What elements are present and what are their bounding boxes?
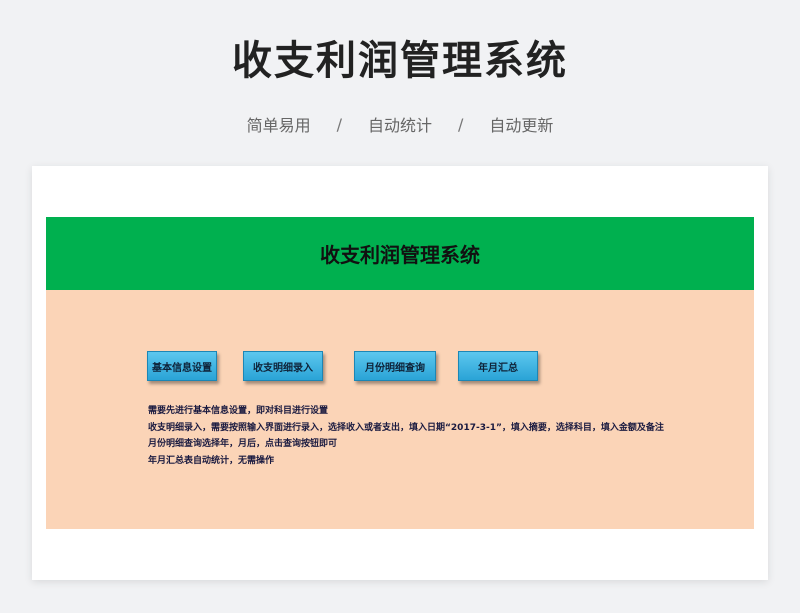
monthly-query-button[interactable]: 月份明细查询 <box>354 351 436 381</box>
preview-card: 收支利润管理系统 基本信息设置 收支明细录入 月份明细查询 年月汇总 需要先进行… <box>32 166 768 580</box>
feature-easy: 简单易用 <box>246 116 311 135</box>
sheet-header: 收支利润管理系统 <box>46 217 754 290</box>
page-title: 收支利润管理系统 <box>232 38 568 84</box>
note-line: 收支明细录入，需要按照输入界面进行录入，选择收入或者支出，填入日期“2017-3… <box>148 422 664 433</box>
note-line: 年月汇总表自动统计，无需操作 <box>148 455 275 466</box>
entry-input-button[interactable]: 收支明细录入 <box>243 351 323 381</box>
feature-tagline: 简单易用 / 自动统计 / 自动更新 <box>0 112 800 136</box>
spreadsheet-sheet: 收支利润管理系统 基本信息设置 收支明细录入 月份明细查询 年月汇总 需要先进行… <box>46 217 754 529</box>
instruction-notes: 需要先进行基本信息设置，即对科目进行设置 收支明细录入，需要按照输入界面进行录入… <box>148 403 664 469</box>
basic-settings-button[interactable]: 基本信息设置 <box>147 351 217 381</box>
feature-auto-stats: 自动统计 <box>367 116 432 135</box>
separator: / <box>458 114 464 134</box>
note-line: 月份明细查询选择年，月后，点击查询按钮即可 <box>148 439 338 449</box>
note-line: 需要先进行基本信息设置，即对科目进行设置 <box>148 406 329 416</box>
feature-auto-update: 自动更新 <box>489 116 554 135</box>
separator: / <box>336 114 342 134</box>
sheet-title: 收支利润管理系统 <box>320 243 480 267</box>
annual-summary-button[interactable]: 年月汇总 <box>458 351 538 381</box>
